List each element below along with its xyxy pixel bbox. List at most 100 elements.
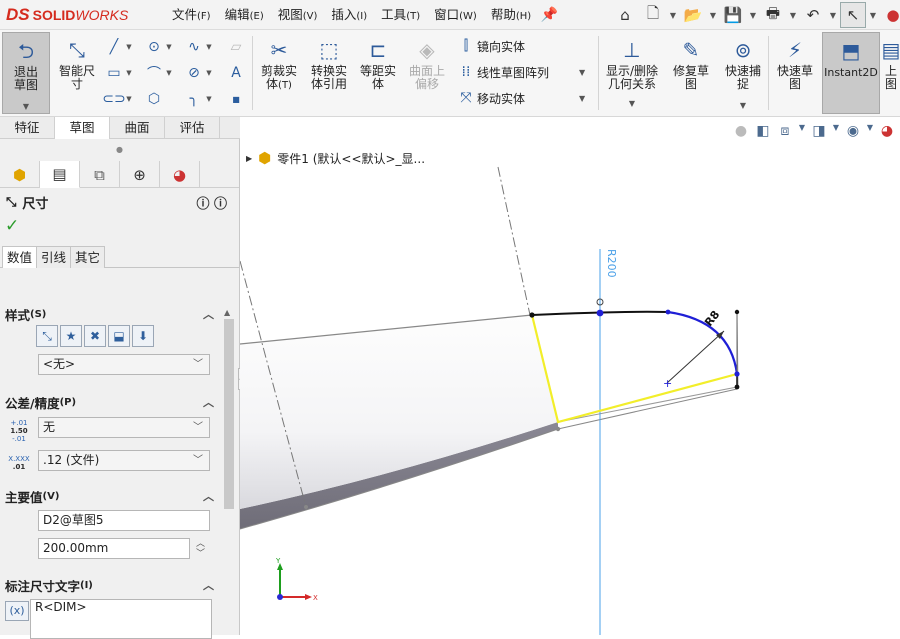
tolerance-group-title[interactable]: 公差/精度 (P) ︿ (0, 391, 220, 413)
ellipse-icon[interactable]: ⊘ (183, 62, 205, 84)
offset-on-surface-button[interactable]: ◈ 曲面上偏移 (403, 32, 451, 114)
fillet-dropdown-icon[interactable]: ▼ (205, 88, 213, 110)
dimension-name-field[interactable]: D2@草图5 (38, 510, 210, 531)
repair-sketch-button[interactable]: ✎ 修复草图 (666, 32, 716, 114)
rectangle-dropdown-icon[interactable]: ▼ (125, 62, 133, 84)
new-document-icon[interactable]: 🗋 (640, 2, 666, 28)
circle-icon[interactable]: ⊙ (143, 36, 165, 58)
add-parentheses-icon[interactable]: (x) (5, 601, 29, 621)
subtab-other[interactable]: 其它 (70, 246, 106, 268)
ok-checkmark-icon[interactable]: ✓ (0, 216, 239, 238)
rapid-sketch-button[interactable]: ⚡ 快速草图 (770, 32, 820, 114)
menu-edit[interactable]: 编辑(E) (218, 0, 271, 30)
scroll-thumb[interactable] (224, 319, 234, 509)
print-icon[interactable]: 🖶 (760, 2, 786, 28)
collapse-chevron-icon[interactable]: ︿ (203, 488, 214, 504)
slot-dropdown-icon[interactable]: ▼ (125, 88, 133, 110)
exit-sketch-dropdown-icon[interactable]: ▼ (23, 100, 29, 113)
move-entities-button[interactable]: ⤧ 移动实体 ▼ (455, 86, 585, 110)
instant2d-button[interactable]: ⬒ Instant2D (822, 32, 880, 114)
style-select[interactable]: <无> ﹀ (38, 354, 210, 375)
spline-icon[interactable]: ∿ (183, 36, 205, 58)
menu-help[interactable]: 帮助(H) (484, 0, 538, 30)
menu-insert[interactable]: 插入(I) (324, 0, 374, 30)
menu-view[interactable]: 视图(V) (271, 0, 325, 30)
tab-evaluate[interactable]: 评估 (165, 117, 220, 139)
spline-dropdown-icon[interactable]: ▼ (205, 36, 213, 58)
configuration-manager-icon[interactable]: ⧉ (80, 161, 120, 188)
print-dropdown-icon[interactable]: ▼ (788, 2, 798, 28)
save-dropdown-icon[interactable]: ▼ (748, 2, 758, 28)
open-dropdown-icon[interactable]: ▼ (708, 2, 718, 28)
primary-value-group-title[interactable]: 主要值 (V) ︿ (0, 485, 220, 507)
panel-grip-icon[interactable]: ● (0, 139, 239, 161)
tab-surfaces[interactable]: 曲面 (110, 117, 165, 139)
polygon-icon[interactable]: ⬡ (143, 88, 165, 110)
section-view-icon[interactable]: ◧ (754, 123, 772, 139)
add-style-icon[interactable]: ★ (60, 325, 82, 347)
traffic-light-icon[interactable]: ● (880, 2, 900, 28)
menu-file[interactable]: 文件(F) (165, 0, 218, 30)
line-dropdown-icon[interactable]: ▼ (125, 36, 133, 58)
collapse-chevron-icon[interactable]: ︿ (203, 577, 214, 593)
quick-snaps-button[interactable]: ⊚ 快速捕捉 ▼ (718, 32, 768, 114)
subtab-value[interactable]: 数值 (2, 246, 38, 268)
hide-show-icon[interactable]: ◉ (844, 123, 862, 139)
feature-manager-icon[interactable]: ⬢ (0, 161, 40, 188)
menu-tools[interactable]: 工具(T) (374, 0, 427, 30)
menu-window[interactable]: 窗口(W) (427, 0, 484, 30)
circle-dropdown-icon[interactable]: ▼ (165, 36, 173, 58)
property-manager-icon[interactable]: ▤ (40, 161, 80, 188)
scroll-up-icon[interactable]: ▲ (224, 308, 230, 317)
home-icon[interactable]: ⌂ (612, 2, 638, 28)
linear-pattern-button[interactable]: ⁞⁞ 线性草图阵列 ▼ (455, 60, 586, 84)
undo-dropdown-icon[interactable]: ▼ (828, 2, 838, 28)
appearance-icon[interactable]: ◕ (878, 123, 896, 139)
subtab-leaders[interactable]: 引线 (36, 246, 72, 268)
pin-icon[interactable]: 📌 (538, 7, 560, 23)
help-icons[interactable]: ⓘ ⓘ (196, 193, 227, 212)
dimxpert-icon[interactable]: ⊕ (120, 161, 160, 188)
rectangle-icon[interactable]: ▭ (103, 62, 125, 84)
hide-show-dropdown-icon[interactable]: ▼ (866, 123, 874, 139)
convert-entities-button[interactable]: ⬚ 转换实体引用 (305, 32, 353, 114)
view-orientation-dropdown-icon[interactable]: ▼ (798, 123, 806, 139)
arc-dropdown-icon[interactable]: ▼ (165, 62, 173, 84)
select-dropdown-icon[interactable]: ▼ (868, 2, 878, 28)
plane-icon[interactable]: ▱ (225, 36, 247, 58)
pattern-dropdown-icon[interactable]: ▼ (579, 68, 585, 77)
select-cursor-icon[interactable]: ↖ (840, 2, 866, 28)
dimension-text-area[interactable]: R<DIM> (30, 599, 212, 639)
arc-icon[interactable]: ⌒ (143, 62, 165, 84)
value-spinner-icon[interactable]: ︿ ﹀ (196, 539, 205, 559)
panel-scrollbar[interactable]: ▲ (221, 308, 237, 635)
text-icon[interactable]: A (225, 62, 247, 84)
exit-sketch-button[interactable]: ⮌ 退出草图 ▼ (2, 32, 50, 114)
display-delete-relations-button[interactable]: ⊥ 显示/删除几何关系 ▼ (600, 32, 664, 114)
display-style-dropdown-icon[interactable]: ▼ (832, 123, 840, 139)
view-orientation-icon[interactable]: ⧈ (776, 123, 794, 139)
expand-arrow-icon[interactable]: ▶ (246, 154, 252, 163)
collapse-chevron-icon[interactable]: ︿ (203, 394, 214, 410)
relations-dropdown-icon[interactable]: ▼ (629, 97, 635, 110)
move-dropdown-icon[interactable]: ▼ (579, 94, 585, 103)
open-icon[interactable]: 📂 (680, 2, 706, 28)
trim-entities-button[interactable]: ✂ 剪裁实体(T) (254, 32, 304, 114)
zoom-to-fit-icon[interactable]: ● (732, 123, 750, 139)
slot-icon[interactable]: ⊂⊃ (102, 88, 125, 110)
apply-default-style-icon[interactable]: ⤡ (36, 325, 58, 347)
fillet-icon[interactable]: ╮ (183, 88, 205, 110)
display-style-icon[interactable]: ◨ (810, 123, 828, 139)
mirror-entities-button[interactable]: ⫿ 镜向实体 (455, 34, 525, 58)
line-icon[interactable]: ╱ (103, 36, 125, 58)
new-dropdown-icon[interactable]: ▼ (668, 2, 678, 28)
dimension-text-group-title[interactable]: 标注尺寸文字 (I) ︿ (0, 574, 220, 596)
feature-tree-flyout[interactable]: ▶ ⬢ 零件1 (默认<<默认>_显... (246, 149, 425, 167)
save-style-icon[interactable]: ⬓ (108, 325, 130, 347)
style-group-title[interactable]: 样式 (S) ︿ (0, 303, 220, 325)
display-manager-icon[interactable]: ◕ (160, 161, 200, 188)
dimension-value-field[interactable]: 200.00mm (38, 538, 190, 559)
tolerance-select[interactable]: 无 ﹀ (38, 417, 210, 438)
tab-features[interactable]: 特征 (0, 117, 55, 139)
snaps-dropdown-icon[interactable]: ▼ (740, 99, 746, 112)
